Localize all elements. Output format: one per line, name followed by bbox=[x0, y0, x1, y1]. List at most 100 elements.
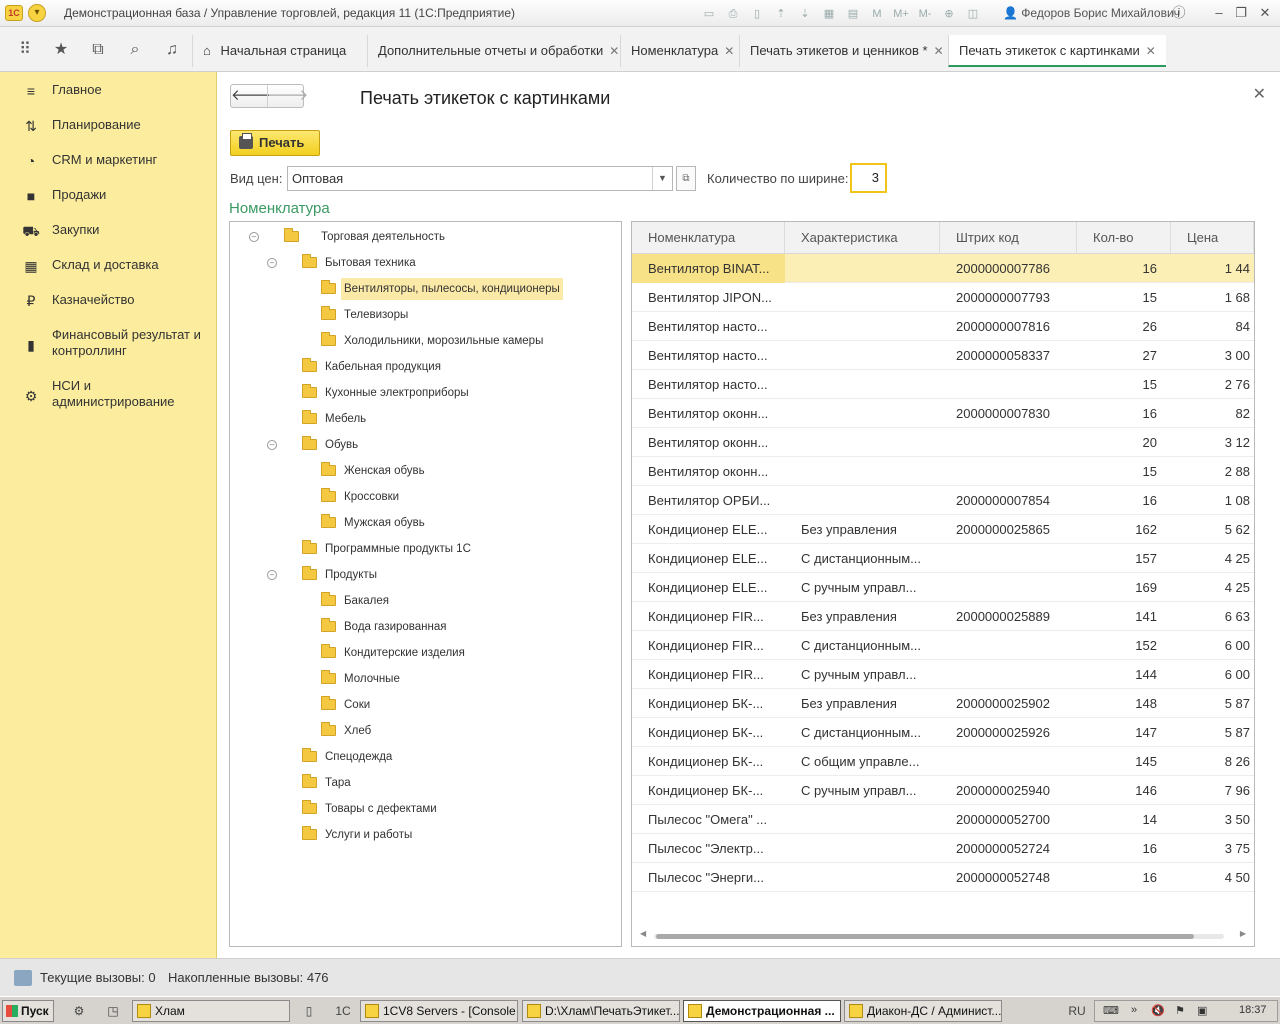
tree-node[interactable]: Кабельная продукция bbox=[230, 356, 620, 378]
table-row[interactable]: Кондиционер FIR... Без управления 20000000… bbox=[632, 602, 1254, 631]
price-type-select[interactable]: Оптовая ▼ bbox=[287, 166, 673, 191]
table-row[interactable]: Кондиционер БК-... С ручным управл... 2000… bbox=[632, 776, 1254, 805]
tray-network-icon[interactable]: ▣ bbox=[1197, 1004, 1207, 1017]
collapse-toggle-icon[interactable]: – bbox=[267, 258, 277, 268]
table-row[interactable]: Пылесос "Энерги... 2000000052748 16 4 50 bbox=[632, 863, 1254, 892]
panels-icon[interactable]: ◫ bbox=[964, 5, 982, 23]
language-indicator[interactable]: RU bbox=[1068, 1002, 1086, 1020]
close-window-button[interactable]: ✕ bbox=[1254, 3, 1276, 23]
sidebar-item-main[interactable]: ≡ Главное bbox=[0, 82, 217, 102]
chevron-down-icon[interactable]: ▼ bbox=[652, 167, 672, 190]
table-row[interactable]: Кондиционер FIR... С ручным управл... 144 6… bbox=[632, 660, 1254, 689]
back-arrow-icon[interactable]: 🡐 bbox=[231, 85, 271, 107]
preview-icon[interactable]: ▯ bbox=[748, 5, 766, 23]
close-form-icon[interactable]: ✕ bbox=[1253, 84, 1266, 104]
table-row[interactable]: Кондиционер ELE... С ручным управл... 169 4… bbox=[632, 573, 1254, 602]
history-icon[interactable]: ⧉ bbox=[87, 39, 109, 61]
scroll-left-icon[interactable]: ◀ bbox=[640, 929, 646, 938]
calculator-icon[interactable]: ▦ bbox=[820, 5, 838, 23]
table-row[interactable]: Вентилятор оконн... 2000000007830 16 82 bbox=[632, 399, 1254, 428]
tab-print-labels[interactable]: Печать этикетов и ценников * ✕ bbox=[739, 35, 954, 67]
zoom-icon[interactable]: ⊕ bbox=[940, 5, 958, 23]
collapse-toggle-icon[interactable]: – bbox=[267, 570, 277, 580]
sidebar-item-treasury[interactable]: ₽ Казначейство bbox=[0, 292, 217, 312]
tab-nomenclature[interactable]: Номенклатура ✕ bbox=[620, 35, 744, 67]
tree-node[interactable]: Женская обувь bbox=[230, 460, 620, 482]
sidebar-item-sales[interactable]: ■ Продажи bbox=[0, 187, 217, 207]
column-header[interactable]: Кол-во bbox=[1077, 222, 1171, 254]
table-row[interactable]: Вентилятор ОРБИ... 2000000007854 16 1 08 bbox=[632, 486, 1254, 515]
calendar-icon[interactable]: ▤ bbox=[844, 5, 862, 23]
horizontal-scrollbar[interactable]: ◀ ▶ bbox=[640, 929, 1246, 940]
tree-node[interactable]: Бакалея bbox=[230, 590, 620, 612]
tree-node[interactable]: – Бытовая техника bbox=[230, 252, 620, 274]
taskbar-item[interactable]: Диакон-ДС / Админист... bbox=[844, 1000, 1002, 1022]
tree-node[interactable]: Мебель bbox=[230, 408, 620, 430]
tree-node[interactable]: – Обувь bbox=[230, 434, 620, 456]
sidebar-item-crm[interactable]: ◔ CRM и маркетинг bbox=[0, 152, 217, 172]
taskbar-item[interactable]: D:\Хлам\ПечатьЭтикет... bbox=[522, 1000, 680, 1022]
scroll-right-icon[interactable]: ▶ bbox=[1240, 929, 1246, 938]
sidebar-item-warehouse[interactable]: ▦ Склад и доставка bbox=[0, 257, 217, 277]
tray-flag-icon[interactable]: ⚑ bbox=[1175, 1004, 1185, 1017]
close-tab-icon[interactable]: ✕ bbox=[934, 44, 944, 58]
tray-sound-icon[interactable]: 🔇 bbox=[1151, 1004, 1165, 1017]
bell-icon[interactable]: ♫ bbox=[161, 39, 183, 61]
scroll-thumb[interactable] bbox=[656, 934, 1194, 939]
start-button[interactable]: Пуск bbox=[2, 1000, 54, 1022]
tree-node[interactable]: Хлеб bbox=[230, 720, 620, 742]
table-row[interactable]: Кондиционер БК-... С общим управле... 145 8… bbox=[632, 747, 1254, 776]
table-row[interactable]: Вентилятор насто... 2000000058337 27 3 00 bbox=[632, 341, 1254, 370]
tree-node[interactable]: Тара bbox=[230, 772, 620, 794]
memory-m-button[interactable]: M bbox=[868, 5, 886, 23]
upload-icon[interactable]: ⇡ bbox=[772, 5, 790, 23]
close-tab-icon[interactable]: ✕ bbox=[609, 44, 619, 58]
tree-node[interactable]: Программные продукты 1С bbox=[230, 538, 620, 560]
nomenclature-table[interactable]: Номенклатура Характеристика Штрих код Кол-в… bbox=[631, 221, 1255, 947]
tree-node[interactable]: Кондитерские изделия bbox=[230, 642, 620, 664]
apps-grid-icon[interactable]: ⠿ bbox=[14, 39, 36, 61]
tab-home[interactable]: ⌂ Начальная страница bbox=[192, 35, 356, 67]
main-menu-button[interactable]: ▾ bbox=[28, 4, 46, 22]
table-row[interactable]: Пылесос "Электр... 2000000052724 16 3 75 bbox=[632, 834, 1254, 863]
collapse-toggle-icon[interactable]: – bbox=[249, 232, 259, 242]
minimize-button[interactable]: – bbox=[1208, 3, 1230, 23]
tree-node[interactable]: Вода газированная bbox=[230, 616, 620, 638]
nomenclature-tree[interactable]: – Торговая деятельность – Бытовая техника Ве… bbox=[229, 221, 622, 947]
tree-node[interactable]: Молочные bbox=[230, 668, 620, 690]
taskbar-item[interactable]: Хлам bbox=[132, 1000, 290, 1022]
sidebar-item-planning[interactable]: ⇅ Планирование bbox=[0, 117, 217, 137]
info-icon[interactable]: ⓘ bbox=[1168, 3, 1190, 23]
tray-keyboard-icon[interactable]: ⌨ bbox=[1103, 1004, 1119, 1017]
table-row[interactable]: Вентилятор оконн... 20 3 12 bbox=[632, 428, 1254, 457]
tree-node[interactable]: Вентиляторы, пылесосы, кондиционеры bbox=[230, 278, 620, 300]
table-row[interactable]: Пылесос "Омега" ... 2000000052700 14 3 50 bbox=[632, 805, 1254, 834]
quicklaunch-network-icon[interactable]: ⚙ bbox=[70, 1002, 88, 1020]
tree-node[interactable]: Кроссовки bbox=[230, 486, 620, 508]
tree-node[interactable]: Товары с дефектами bbox=[230, 798, 620, 820]
tray-chevron-icon[interactable]: » bbox=[1131, 1004, 1137, 1016]
quicklaunch-notes-icon[interactable]: ▯ bbox=[300, 1002, 318, 1020]
tree-node[interactable]: Кухонные электроприборы bbox=[230, 382, 620, 404]
restore-button[interactable]: ❐ bbox=[1230, 3, 1252, 23]
sidebar-item-admin[interactable]: ⚙ НСИ и администрирование bbox=[0, 378, 217, 414]
tree-node[interactable]: Соки bbox=[230, 694, 620, 716]
tab-print-labels-pictures[interactable]: Печать этикеток с картинками ✕ bbox=[948, 35, 1166, 67]
close-tab-icon[interactable]: ✕ bbox=[1146, 44, 1156, 58]
close-tab-icon[interactable]: ✕ bbox=[724, 44, 734, 58]
print-icon[interactable]: ⎙ bbox=[724, 5, 742, 23]
table-row[interactable]: Кондиционер ELE... С дистанционным... 157 4… bbox=[632, 544, 1254, 573]
tree-node[interactable]: Холодильники, морозильные камеры bbox=[230, 330, 620, 352]
current-user[interactable]: 👤 Федоров Борис Михайлович bbox=[1003, 6, 1180, 20]
favorites-star-icon[interactable]: ★ bbox=[50, 39, 72, 61]
sidebar-item-purchases[interactable]: ⛟ Закупки bbox=[0, 222, 217, 242]
quicklaunch-1c-icon[interactable]: 1С bbox=[334, 1002, 352, 1020]
tree-node[interactable]: – Продукты bbox=[230, 564, 620, 586]
column-header[interactable]: Номенклатура bbox=[632, 222, 785, 254]
tree-node[interactable]: Спецодежда bbox=[230, 746, 620, 768]
memory-plus-button[interactable]: M+ bbox=[892, 5, 910, 23]
tree-node[interactable]: Мужская обувь bbox=[230, 512, 620, 534]
download-icon[interactable]: ⇣ bbox=[796, 5, 814, 23]
tree-node[interactable]: – Торговая деятельность bbox=[230, 226, 620, 248]
save-icon[interactable]: ▭ bbox=[700, 5, 718, 23]
